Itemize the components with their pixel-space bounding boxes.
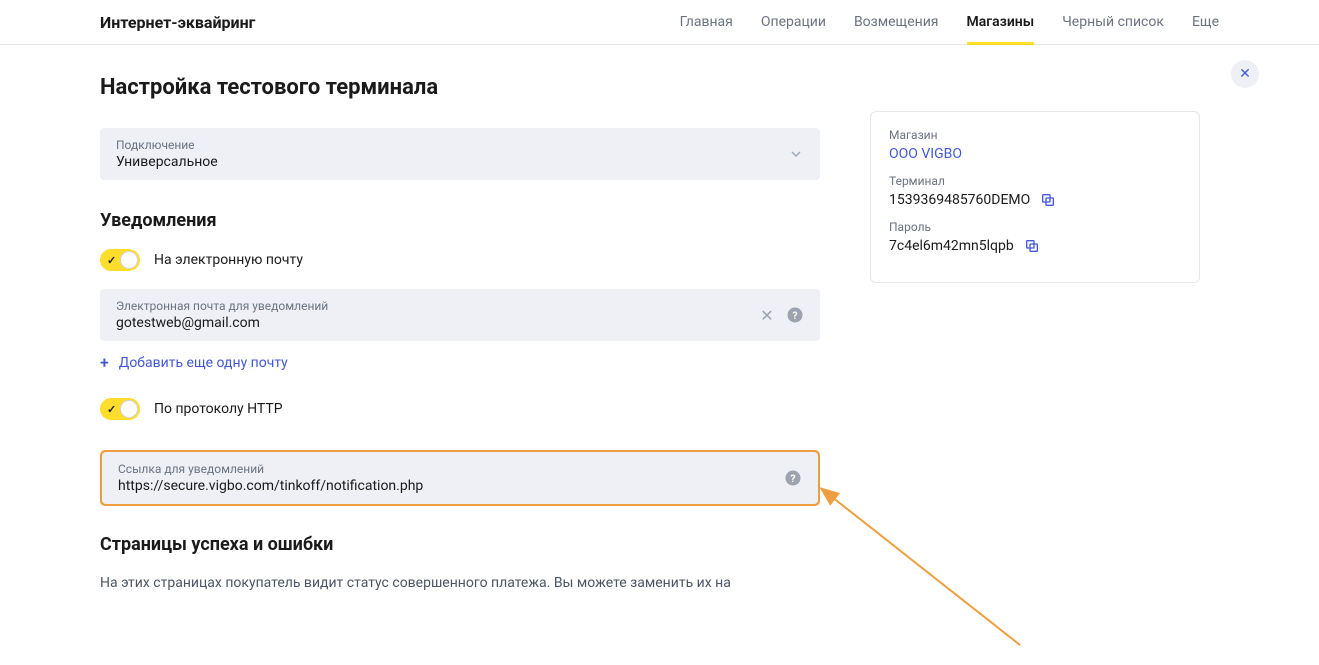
close-button[interactable]: ✕ bbox=[1231, 60, 1259, 88]
connection-label: Подключение bbox=[116, 138, 788, 152]
nav-refunds[interactable]: Возмещения bbox=[854, 0, 939, 44]
nav-blacklist[interactable]: Черный список bbox=[1062, 0, 1164, 44]
connection-dropdown[interactable]: Подключение Универсальное bbox=[100, 128, 820, 180]
copy-icon[interactable] bbox=[1024, 238, 1040, 254]
check-icon: ✓ bbox=[107, 403, 116, 416]
url-field-value: https://secure.vigbo.com/tinkoff/notific… bbox=[118, 478, 784, 494]
nav: Главная Операции Возмещения Магазины Чер… bbox=[680, 0, 1219, 44]
svg-text:?: ? bbox=[792, 309, 797, 322]
plus-icon: + bbox=[100, 353, 109, 372]
help-icon[interactable]: ? bbox=[786, 306, 804, 324]
pages-title: Страницы успеха и ошибки bbox=[100, 534, 820, 555]
shop-link[interactable]: ООО VIGBO bbox=[889, 146, 1181, 162]
connection-value: Универсальное bbox=[116, 154, 788, 170]
store-card: Магазин ООО VIGBO Терминал 1539369485760… bbox=[870, 111, 1200, 283]
url-field-label: Ссылка для уведомлений bbox=[118, 462, 784, 476]
clear-icon[interactable]: ✕ bbox=[758, 306, 776, 324]
toggle-knob bbox=[120, 251, 138, 269]
chevron-down-icon bbox=[788, 146, 804, 162]
pages-description: На этих страницах покупатель видит стату… bbox=[100, 573, 820, 594]
email-field-value: gotestweb@gmail.com bbox=[116, 315, 758, 331]
notifications-title: Уведомления bbox=[100, 210, 820, 231]
main-container: ✕ Настройка тестового терминала Подключе… bbox=[0, 45, 1319, 624]
close-icon: ✕ bbox=[1239, 66, 1251, 82]
nav-operations[interactable]: Операции bbox=[761, 0, 826, 44]
app-title: Интернет-эквайринг bbox=[100, 13, 255, 32]
svg-text:?: ? bbox=[790, 472, 795, 485]
check-icon: ✓ bbox=[107, 254, 116, 267]
email-toggle-label: На электронную почту bbox=[154, 252, 303, 268]
password-value: 7c4el6m42mn5lqpb bbox=[889, 238, 1014, 254]
add-email-label: Добавить еще одну почту bbox=[119, 355, 288, 371]
nav-shops[interactable]: Магазины bbox=[967, 0, 1035, 44]
add-email-link[interactable]: + Добавить еще одну почту bbox=[100, 353, 820, 372]
highlighted-frame: Ссылка для уведомлений https://secure.vi… bbox=[100, 450, 820, 506]
terminal-value: 1539369485760DEMO bbox=[889, 192, 1030, 208]
header: Интернет-эквайринг Главная Операции Возм… bbox=[0, 0, 1319, 45]
nav-home[interactable]: Главная bbox=[680, 0, 733, 44]
email-field[interactable]: Электронная почта для уведомлений gotest… bbox=[100, 289, 820, 341]
http-toggle-label: По протоколу HTTP bbox=[154, 401, 283, 417]
http-toggle[interactable]: ✓ bbox=[100, 398, 140, 420]
terminal-label: Терминал bbox=[889, 174, 1181, 188]
nav-more[interactable]: Еще bbox=[1192, 0, 1219, 44]
url-field[interactable]: Ссылка для уведомлений https://secure.vi… bbox=[102, 452, 818, 504]
main-content: Настройка тестового терминала Подключени… bbox=[100, 75, 820, 594]
shop-label: Магазин bbox=[889, 128, 1181, 142]
page-title: Настройка тестового терминала bbox=[100, 75, 820, 100]
help-icon[interactable]: ? bbox=[784, 469, 802, 487]
http-toggle-row: ✓ По протоколу HTTP bbox=[100, 398, 820, 420]
email-field-label: Электронная почта для уведомлений bbox=[116, 299, 758, 313]
email-toggle-row: ✓ На электронную почту bbox=[100, 249, 820, 271]
email-toggle[interactable]: ✓ bbox=[100, 249, 140, 271]
side-column: Магазин ООО VIGBO Терминал 1539369485760… bbox=[870, 75, 1200, 594]
toggle-knob bbox=[120, 400, 138, 418]
password-label: Пароль bbox=[889, 220, 1181, 234]
copy-icon[interactable] bbox=[1040, 192, 1056, 208]
